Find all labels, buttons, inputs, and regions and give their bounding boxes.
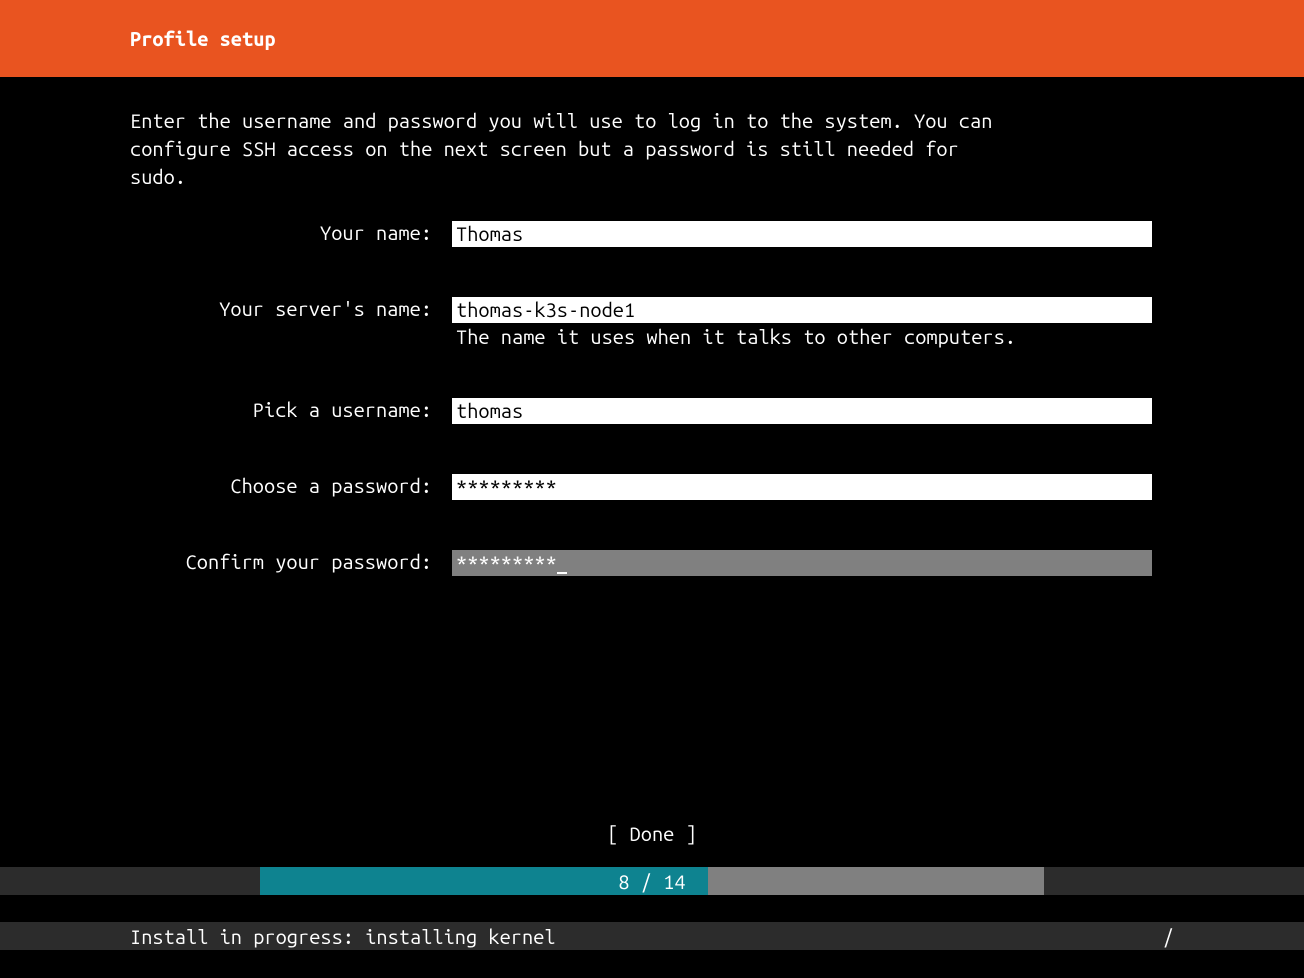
server-name-row: Your server's name: thomas-k3s-node1 The… — [130, 297, 1174, 348]
progress-bar-outer: 8 / 14 — [0, 867, 1304, 895]
password-input[interactable]: ********* — [452, 474, 1152, 500]
progress-text: 8 / 14 — [260, 867, 1044, 895]
status-bar: Install in progress: installing kernel / — [0, 922, 1304, 950]
done-button[interactable]: [ Done ] — [0, 822, 1304, 845]
status-text: Install in progress: installing kernel — [130, 925, 556, 948]
confirm-password-input[interactable]: ********* — [452, 550, 1152, 576]
page-title: Profile setup — [130, 27, 276, 50]
header: Profile setup — [0, 0, 1304, 77]
server-name-input[interactable]: thomas-k3s-node1 — [452, 297, 1152, 323]
name-label: Your name: — [130, 221, 432, 244]
instructions-text: Enter the username and password you will… — [130, 107, 1174, 191]
password-row: Choose a password: ********* — [130, 474, 1174, 500]
confirm-password-label: Confirm your password: — [130, 550, 432, 573]
name-input[interactable]: Thomas — [452, 221, 1152, 247]
server-name-helper: The name it uses when it talks to other … — [452, 325, 1174, 348]
progress-bar: 8 / 14 — [260, 867, 1044, 895]
spinner-icon: / — [1163, 925, 1174, 948]
content-area: Enter the username and password you will… — [0, 77, 1304, 576]
username-row: Pick a username: thomas — [130, 398, 1174, 424]
username-input[interactable]: thomas — [452, 398, 1152, 424]
server-name-label: Your server's name: — [130, 297, 432, 320]
confirm-password-value: ********* — [456, 551, 557, 574]
password-label: Choose a password: — [130, 474, 432, 497]
username-label: Pick a username: — [130, 398, 432, 421]
name-row: Your name: Thomas — [130, 221, 1174, 247]
text-cursor-icon — [557, 572, 567, 574]
confirm-password-row: Confirm your password: ********* — [130, 550, 1174, 576]
